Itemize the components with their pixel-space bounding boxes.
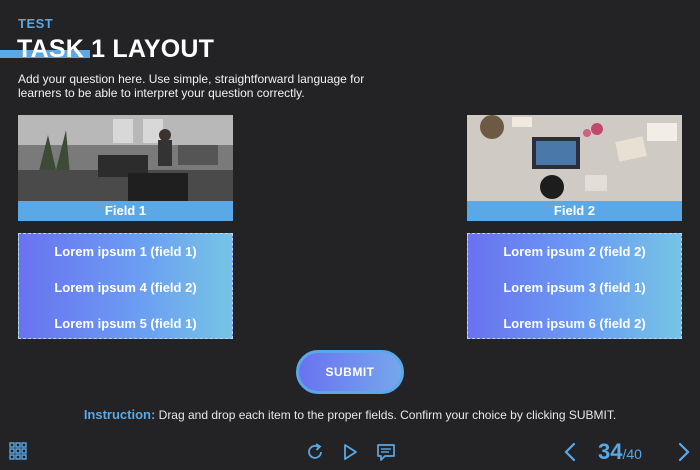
- field-1-drop-zone[interactable]: Lorem ipsum 1 (field 1) Lorem ipsum 4 (f…: [18, 233, 233, 339]
- field-1-header: Field 1: [18, 201, 233, 221]
- field-2-drop-zone[interactable]: Lorem ipsum 2 (field 2) Lorem ipsum 3 (f…: [467, 233, 682, 339]
- desk-laptop-illustration: [467, 115, 682, 201]
- page-title: TASK 1 LAYOUT: [17, 35, 215, 63]
- submit-button[interactable]: SUBMIT: [296, 350, 404, 394]
- page-total: /40: [622, 446, 642, 462]
- chevron-left-icon[interactable]: [562, 442, 582, 462]
- field-1-photo: [18, 115, 233, 201]
- draggable-item[interactable]: Lorem ipsum 3 (field 1): [468, 280, 681, 295]
- draggable-item[interactable]: Lorem ipsum 4 (field 2): [19, 280, 232, 295]
- comment-icon[interactable]: [376, 442, 396, 462]
- field-2-header: Field 2: [467, 201, 682, 221]
- draggable-item[interactable]: Lorem ipsum 1 (field 1): [19, 244, 232, 259]
- field-2-photo: [467, 115, 682, 201]
- office-workspace-illustration: [18, 115, 233, 201]
- section-tag: TEST: [18, 16, 54, 31]
- draggable-item[interactable]: Lorem ipsum 2 (field 2): [468, 244, 681, 259]
- draggable-item[interactable]: Lorem ipsum 6 (field 2): [468, 316, 681, 331]
- chevron-right-icon[interactable]: [674, 442, 694, 462]
- page-current: 34: [598, 439, 623, 464]
- instruction-body: Drag and drop each item to the proper fi…: [155, 408, 617, 422]
- grid-menu-icon[interactable]: [9, 442, 29, 462]
- draggable-item[interactable]: Lorem ipsum 5 (field 1): [19, 316, 232, 331]
- page-counter: 34/40: [598, 439, 642, 465]
- play-icon[interactable]: [340, 442, 360, 462]
- replay-icon[interactable]: [305, 442, 325, 462]
- instruction-lead: Instruction:: [83, 407, 156, 422]
- instruction-text: Instruction: Drag and drop each item to …: [0, 407, 700, 422]
- question-text: Add your question here. Use simple, stra…: [18, 72, 365, 100]
